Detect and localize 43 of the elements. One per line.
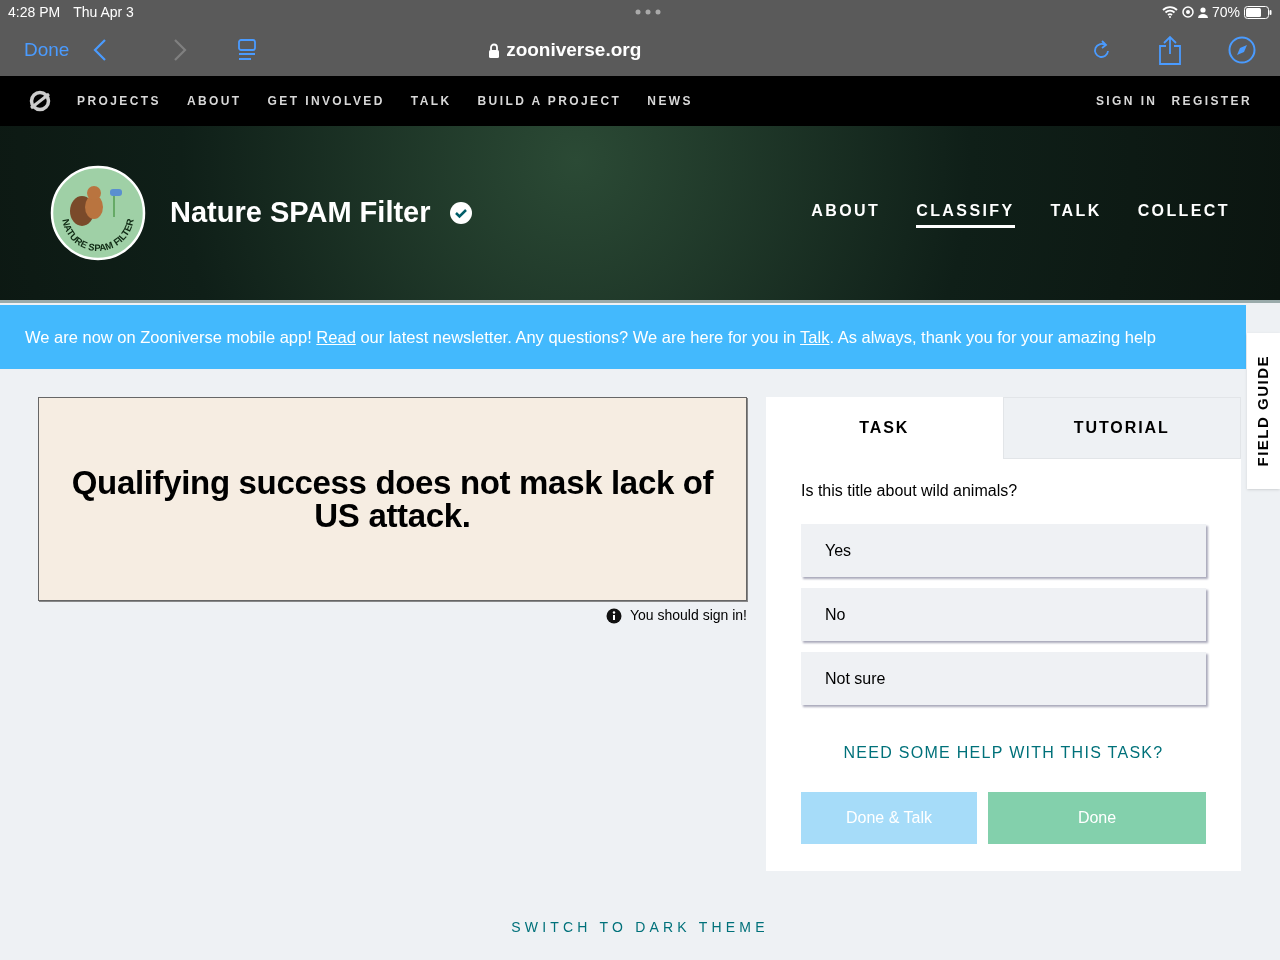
forward-icon[interactable] bbox=[173, 38, 188, 62]
wifi-icon bbox=[1161, 6, 1178, 18]
site-nav-link[interactable]: TALK bbox=[410, 92, 452, 110]
site-nav-link[interactable]: NEWS bbox=[647, 92, 693, 110]
battery-icon bbox=[1244, 5, 1272, 19]
sign-in-note: You should sign in! bbox=[629, 606, 747, 625]
battery-percent: 70% bbox=[1211, 2, 1240, 22]
task-question: Is this title about wild animals? bbox=[801, 481, 1019, 501]
lock-icon bbox=[488, 42, 501, 58]
more-icon[interactable] bbox=[634, 9, 661, 15]
url-text[interactable]: zooniverse.org bbox=[506, 35, 642, 65]
project-tab[interactable]: CLASSIFY bbox=[916, 198, 1015, 228]
status-time: 4:28 PM bbox=[8, 2, 61, 22]
reload-icon[interactable] bbox=[1092, 39, 1112, 61]
account-link[interactable]: REGISTER bbox=[1171, 92, 1252, 110]
project-tab[interactable]: ABOUT bbox=[811, 198, 881, 228]
compass-icon[interactable] bbox=[1228, 36, 1256, 64]
subject-text: Qualifying success does not mask lack of US attack. bbox=[70, 466, 715, 532]
answer-option[interactable]: No bbox=[801, 588, 1206, 641]
dark-theme-link[interactable]: SWITCH TO DARK THEME bbox=[511, 917, 769, 938]
announcement-banner: We are now on Zooniverse mobile app! Read our latest newsletter. Any questions? We are here for you in Talk. As always, thank you for your amazing help bbox=[0, 305, 1246, 369]
site-nav-link[interactable]: BUILD A PROJECT bbox=[477, 92, 622, 110]
back-icon[interactable] bbox=[93, 38, 108, 62]
site-nav-link[interactable]: ABOUT bbox=[186, 92, 242, 110]
location-icon bbox=[1181, 6, 1194, 18]
project-tab[interactable]: COLLECT bbox=[1137, 198, 1230, 228]
project-title: Nature SPAM Filter bbox=[170, 195, 431, 231]
site-nav-link[interactable]: GET INVOLVED bbox=[267, 92, 385, 110]
answer-option[interactable]: Yes bbox=[801, 524, 1206, 577]
status-date: Thu Apr 3 bbox=[73, 2, 134, 22]
site-logo-icon[interactable] bbox=[28, 89, 52, 113]
reader-icon[interactable] bbox=[237, 39, 258, 61]
help-link[interactable]: NEED SOME HELP WITH THIS TASK? bbox=[843, 741, 1164, 765]
task-tab[interactable]: TUTORIAL bbox=[1002, 397, 1241, 459]
info-icon bbox=[605, 607, 622, 624]
answer-option[interactable]: Not sure bbox=[801, 652, 1206, 705]
project-tab[interactable]: TALK bbox=[1050, 198, 1102, 228]
share-icon[interactable] bbox=[1158, 35, 1182, 65]
account-link[interactable]: SIGN IN bbox=[1095, 92, 1158, 110]
mailbox-drawing bbox=[110, 189, 122, 218]
field-guide-tab[interactable]: FIELD GUIDE bbox=[1247, 333, 1280, 489]
site-nav-link[interactable]: PROJECTS bbox=[77, 92, 161, 110]
person-icon bbox=[1197, 6, 1208, 18]
